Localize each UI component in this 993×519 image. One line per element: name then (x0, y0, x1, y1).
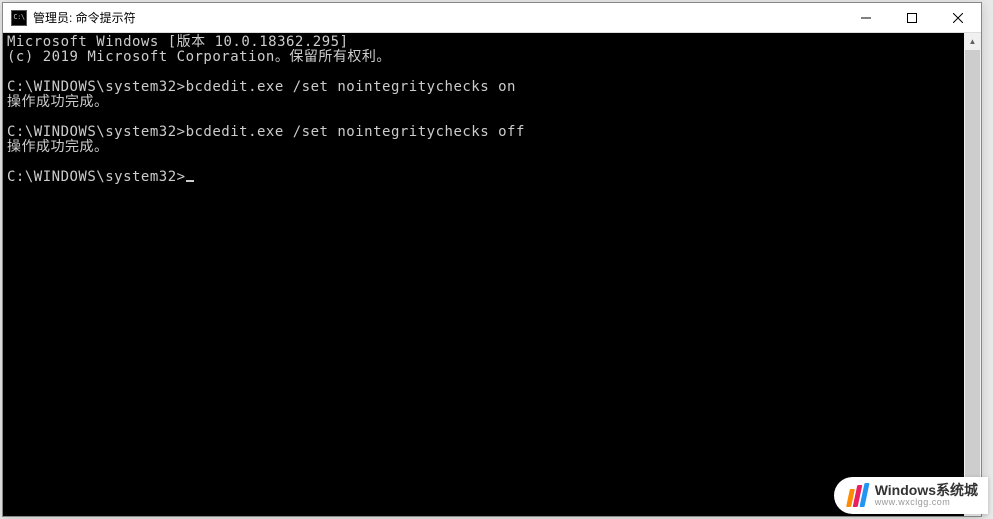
prompt-path: C:\WINDOWS\system32> (7, 169, 186, 185)
terminal-area: Microsoft Windows [版本 10.0.18362.295] (c… (3, 33, 981, 516)
version-line: Microsoft Windows [版本 10.0.18362.295] (7, 34, 349, 50)
scroll-up-arrow-icon[interactable]: ▲ (964, 33, 981, 50)
titlebar[interactable]: C:\ 管理员: 命令提示符 (3, 3, 981, 33)
scroll-thumb[interactable] (965, 50, 980, 499)
result-line: 操作成功完成。 (7, 139, 109, 155)
watermark-url: www.wxclgg.com (875, 498, 978, 508)
command-prompt-window: C:\ 管理员: 命令提示符 Microsoft Windows [版本 10.… (2, 2, 982, 517)
scroll-track[interactable] (964, 50, 981, 499)
command-text: bcdedit.exe /set nointegritychecks on (186, 79, 516, 95)
watermark: Windows系统城 www.wxclgg.com (834, 477, 988, 514)
cmd-icon: C:\ (11, 10, 27, 26)
command-text: bcdedit.exe /set nointegritychecks off (186, 124, 525, 140)
watermark-text: Windows系统城 www.wxclgg.com (875, 483, 978, 508)
window-controls (843, 3, 981, 32)
vertical-scrollbar[interactable]: ▲ ▼ (964, 33, 981, 516)
prompt-path: C:\WINDOWS\system32> (7, 124, 186, 140)
maximize-button[interactable] (889, 3, 935, 32)
result-line: 操作成功完成。 (7, 94, 109, 110)
minimize-button[interactable] (843, 3, 889, 32)
copyright-line: (c) 2019 Microsoft Corporation。保留所有权利。 (7, 49, 391, 65)
cursor (186, 180, 194, 182)
terminal-output[interactable]: Microsoft Windows [版本 10.0.18362.295] (c… (3, 33, 964, 516)
window-title: 管理员: 命令提示符 (33, 9, 843, 26)
watermark-logo-icon (848, 483, 867, 507)
watermark-title: Windows系统城 (875, 483, 978, 498)
close-button[interactable] (935, 3, 981, 32)
prompt-path: C:\WINDOWS\system32> (7, 79, 186, 95)
